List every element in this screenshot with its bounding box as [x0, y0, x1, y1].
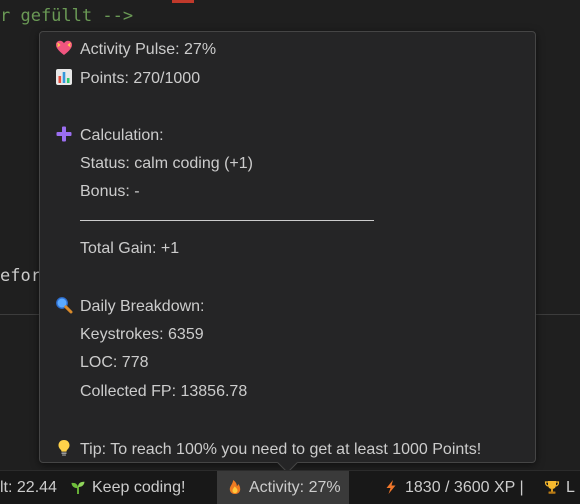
activity-pulse-label: Activity Pulse: 27%	[80, 41, 217, 58]
flame-icon	[229, 480, 241, 494]
statusbar-lt-item[interactable]: lt: 22.44	[0, 471, 57, 504]
status-bar: lt: 22.44 Keep coding! Activity: 27% 183…	[0, 470, 580, 504]
tip-row: Tip: To reach 100% you need to get at le…	[55, 439, 481, 459]
points-row: Points: 270/1000	[55, 68, 200, 88]
activity-pulse-row: Activity Pulse: 27%	[55, 39, 216, 59]
code-fragment-line: efor	[0, 266, 41, 286]
collected-fp-line: Collected FP: 13856.78	[80, 383, 248, 400]
lightbulb-icon	[58, 440, 70, 456]
magnifier-icon	[56, 297, 73, 314]
code-comment-line: r gefüllt -->	[0, 6, 134, 26]
seedling-icon	[71, 481, 85, 494]
xp-label: 1830 / 3600 XP |	[405, 479, 524, 496]
statusbar-activity-item[interactable]: Activity: 27%	[217, 471, 349, 504]
heart-icon	[56, 40, 72, 55]
tip-text: Tip: To reach 100% you need to get at le…	[80, 441, 482, 458]
daily-breakdown-row: Daily Breakdown:	[55, 296, 205, 316]
activity-label: Activity: 27%	[249, 479, 341, 496]
lt-value: lt: 22.44	[0, 479, 57, 496]
plus-icon	[56, 126, 72, 142]
statusbar-keep-coding-item[interactable]: Keep coding!	[70, 471, 185, 504]
loc-line: LOC: 778	[80, 354, 149, 371]
calculation-separator	[80, 220, 374, 221]
keep-coding-label: Keep coding!	[92, 479, 186, 496]
bar-chart-icon	[56, 69, 72, 85]
calculation-row: Calculation:	[55, 125, 164, 145]
scroll-marker	[172, 0, 194, 3]
lightning-icon	[386, 480, 396, 494]
statusbar-xp-item[interactable]: 1830 / 3600 XP |	[383, 471, 524, 504]
total-gain-line: Total Gain: +1	[80, 240, 180, 257]
activity-hover-tooltip: Activity Pulse: 27% Points: 270/1000 Cal…	[39, 31, 536, 474]
bonus-line: Bonus: -	[80, 183, 140, 200]
keystrokes-line: Keystrokes: 6359	[80, 326, 204, 343]
status-line: Status: calm coding (+1)	[80, 155, 253, 172]
level-label: L	[566, 479, 575, 496]
trophy-icon	[544, 481, 560, 494]
calculation-heading: Calculation:	[80, 127, 164, 144]
statusbar-level-item[interactable]: L	[544, 471, 575, 504]
points-label: Points: 270/1000	[80, 70, 201, 87]
daily-breakdown-heading: Daily Breakdown:	[80, 298, 205, 315]
